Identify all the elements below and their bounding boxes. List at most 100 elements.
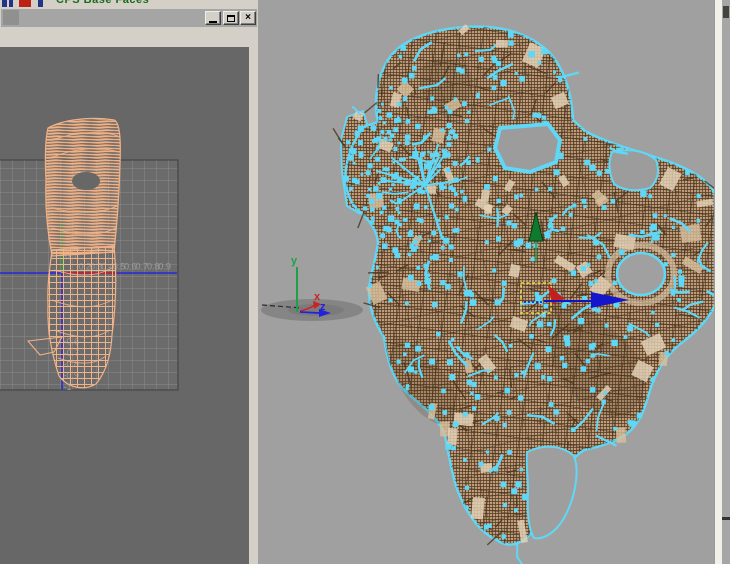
vertex-dot xyxy=(484,184,490,190)
vertex-dot xyxy=(581,366,587,372)
eye-hole xyxy=(72,172,100,190)
vertex-dot xyxy=(440,186,445,191)
vertex-dot xyxy=(411,172,414,175)
vertex-dot xyxy=(437,219,440,222)
ground-shadow xyxy=(261,299,363,321)
close-button[interactable]: × xyxy=(240,11,256,25)
vertex-dot xyxy=(671,292,675,296)
vertex-dot xyxy=(655,323,659,327)
vertex-dot xyxy=(411,183,416,188)
vertex-dot xyxy=(441,246,445,250)
vertex-dot xyxy=(620,148,623,151)
vertex-dot xyxy=(378,182,381,185)
vertex-dot xyxy=(463,412,468,417)
vertex-dot xyxy=(602,399,606,403)
vertex-dot xyxy=(389,138,392,141)
vertex-dot xyxy=(393,127,398,132)
vertex-dot xyxy=(386,227,391,232)
vertex-dot xyxy=(377,109,381,113)
vertex-dot xyxy=(548,223,553,228)
vertex-dot xyxy=(665,351,669,355)
vertex-dot xyxy=(398,142,401,145)
vertex-dot xyxy=(578,318,584,324)
vertex-dot xyxy=(538,61,542,65)
vertex-dot xyxy=(405,140,410,145)
vertex-dot xyxy=(408,275,414,281)
vertex-dot xyxy=(494,375,498,379)
vertex-dot xyxy=(589,344,595,350)
vertex-dot xyxy=(412,66,417,71)
orthographic-view-window: × xyxy=(0,8,259,564)
vertex-dot xyxy=(541,375,545,379)
vertex-dot xyxy=(380,233,385,238)
vertex-dot xyxy=(441,128,445,132)
vertex-dot xyxy=(368,187,371,190)
vertex-dot xyxy=(453,134,458,139)
vertex-dot xyxy=(449,185,454,190)
vertex-dot xyxy=(441,149,445,153)
vertex-dot xyxy=(462,101,467,106)
vertex-dot xyxy=(445,215,449,219)
vertex-dot xyxy=(346,140,350,144)
orthographic-viewport[interactable]: 0.1 0.20.30.40.50.60.70.80.9 -0.6-0.7-0.… xyxy=(0,47,249,564)
vertex-dot xyxy=(624,335,628,339)
vertex-dot xyxy=(471,382,476,387)
wire-stroke xyxy=(378,74,379,88)
vertex-dot xyxy=(596,308,600,312)
vertex-dot xyxy=(504,388,510,394)
vertex-dot xyxy=(554,409,559,414)
vertex-dot xyxy=(438,164,442,168)
vertex-dot xyxy=(354,131,359,136)
vertex-dot xyxy=(379,116,383,120)
vertex-dot xyxy=(605,169,610,174)
vertex-dot xyxy=(427,151,430,154)
vertex-dot xyxy=(405,301,409,305)
minimize-button[interactable] xyxy=(205,11,221,25)
maximize-icon xyxy=(227,15,235,22)
vertex-dot xyxy=(597,171,602,176)
perspective-viewport[interactable]: y x z xyxy=(258,0,714,564)
vertex-dot xyxy=(497,199,501,203)
window-edge-border xyxy=(714,0,722,564)
vertex-dot xyxy=(685,171,690,176)
vertex-dot xyxy=(515,481,521,487)
child-window-titlebar[interactable]: × xyxy=(1,9,257,27)
vertex-dot xyxy=(449,244,454,249)
vertex-dot xyxy=(368,284,372,288)
vertex-dot xyxy=(447,123,452,128)
highlight-patch xyxy=(616,427,626,443)
vertex-dot xyxy=(376,193,382,199)
vertex-dot xyxy=(412,178,417,183)
vertex-dot xyxy=(366,194,370,198)
vertex-dot xyxy=(535,188,539,192)
highlight-patch xyxy=(471,497,485,520)
vertex-dot xyxy=(493,176,498,181)
vertex-dot xyxy=(518,395,523,400)
vertex-dot xyxy=(389,298,393,302)
vertex-dot xyxy=(496,236,501,241)
vertex-dot xyxy=(393,147,397,151)
vertex-dot xyxy=(507,450,512,455)
vertex-dot xyxy=(352,178,357,183)
vertex-dot xyxy=(554,169,560,175)
vertex-dot xyxy=(611,340,617,346)
vertex-dot xyxy=(396,359,400,363)
vertex-dot xyxy=(367,163,372,168)
subdivision-mesh[interactable] xyxy=(333,24,714,564)
vertex-dot xyxy=(478,462,483,467)
vertex-dot xyxy=(582,199,587,204)
vertex-dot xyxy=(466,160,471,165)
vertex-dot xyxy=(383,121,386,124)
vertex-dot xyxy=(445,106,448,109)
selected-edge xyxy=(497,208,498,227)
selected-edge xyxy=(517,543,524,564)
vertex-dot xyxy=(348,155,354,161)
vertex-dot xyxy=(432,302,438,308)
maximize-button[interactable] xyxy=(223,11,239,25)
vertex-dot xyxy=(640,191,646,197)
vertex-dot xyxy=(493,75,498,80)
vertex-dot xyxy=(443,238,449,244)
vertex-dot xyxy=(547,376,552,381)
vertex-dot xyxy=(435,152,440,157)
vertex-dot xyxy=(515,242,520,247)
